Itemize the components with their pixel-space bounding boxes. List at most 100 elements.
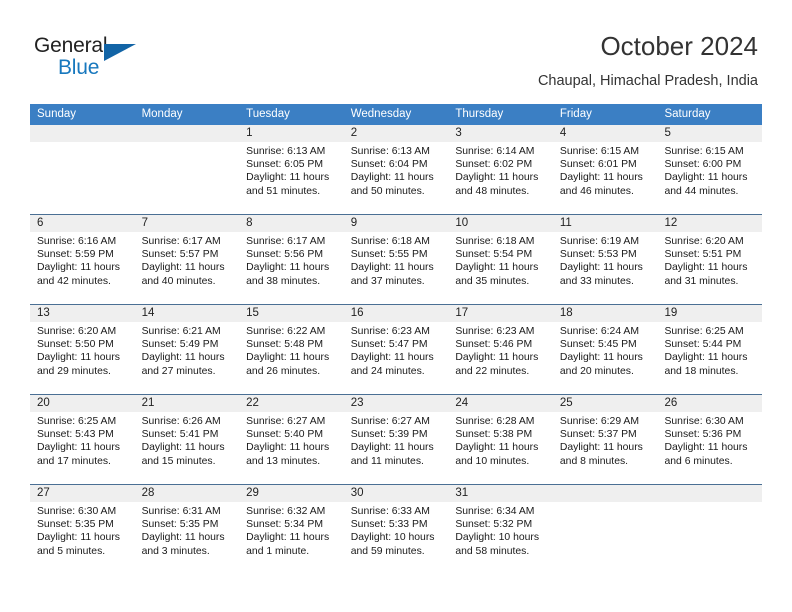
day-number [134, 125, 240, 142]
sunset-text: Sunset: 5:32 PM [455, 519, 533, 531]
calendar-day-cell[interactable]: 29 Sunrise: 6:32 AM Sunset: 5:34 PM Dayligh… [239, 485, 344, 575]
sunrise-text: Sunrise: 6:23 AM [350, 326, 430, 337]
calendar-day-cell[interactable]: 2 Sunrise: 6:13 AM Sunset: 6:04 PM Daylight… [343, 125, 449, 214]
day-sun-info: Sunrise: 6:30 AM Sunset: 5:35 PM Daylight:… [30, 502, 135, 558]
day-number: 25 [552, 395, 658, 412]
calendar-day-cell[interactable]: 19 Sunrise: 6:25 AM Sunset: 5:44 PM Dayligh… [657, 305, 763, 394]
calendar-day-cell[interactable]: 18 Sunrise: 6:24 AM Sunset: 5:45 PM Dayligh… [552, 305, 658, 394]
calendar-day-cell[interactable]: 12 Sunrise: 6:20 AM Sunset: 5:51 PM Dayligh… [657, 215, 763, 304]
calendar-week-row: 20 Sunrise: 6:25 AM Sunset: 5:43 PM Dayligh… [30, 395, 763, 485]
sunset-text: Sunset: 5:57 PM [141, 249, 219, 261]
calendar-week-row: 27 Sunrise: 6:30 AM Sunset: 5:35 PM Dayligh… [30, 485, 763, 575]
day-sun-info: Sunrise: 6:22 AM Sunset: 5:48 PM Daylight:… [239, 322, 344, 378]
day-sun-info: Sunrise: 6:15 AM Sunset: 6:01 PM Daylight:… [553, 142, 658, 198]
calendar-week-row: 1 Sunrise: 6:13 AM Sunset: 6:05 PM Daylight… [30, 125, 763, 215]
calendar-day-cell[interactable]: 1 Sunrise: 6:13 AM Sunset: 6:05 PM Daylight… [239, 125, 344, 214]
daylight-text: Daylight: 10 hours and 59 minutes. [350, 532, 435, 557]
day-number: 10 [448, 215, 553, 232]
day-sun-info: Sunrise: 6:13 AM Sunset: 6:05 PM Daylight:… [239, 142, 344, 198]
day-sun-info: Sunrise: 6:23 AM Sunset: 5:46 PM Daylight:… [448, 322, 553, 378]
calendar-day-cell[interactable]: 15 Sunrise: 6:22 AM Sunset: 5:48 PM Dayligh… [239, 305, 344, 394]
day-number: 20 [30, 395, 135, 412]
calendar-day-cell[interactable]: 7 Sunrise: 6:17 AM Sunset: 5:57 PM Daylight… [134, 215, 240, 304]
calendar-day-cell[interactable]: 13 Sunrise: 6:20 AM Sunset: 5:50 PM Dayligh… [30, 305, 135, 394]
day-sun-info: Sunrise: 6:25 AM Sunset: 5:43 PM Daylight:… [30, 412, 135, 468]
sunset-text: Sunset: 6:05 PM [246, 159, 323, 171]
day-number: 3 [448, 125, 553, 142]
calendar-day-cell[interactable]: 31 Sunrise: 6:34 AM Sunset: 5:32 PM Dayligh… [448, 485, 553, 575]
sunrise-text: Sunrise: 6:26 AM [141, 416, 221, 427]
sunset-text: Sunset: 5:46 PM [455, 339, 533, 351]
day-header-saturday: Saturday [664, 108, 711, 120]
calendar-day-cell-empty [657, 485, 763, 575]
calendar-day-cell-empty [30, 125, 135, 214]
sunset-text: Sunset: 5:59 PM [37, 249, 114, 261]
calendar-day-cell[interactable]: 27 Sunrise: 6:30 AM Sunset: 5:35 PM Dayligh… [30, 485, 135, 575]
title-block: October 2024 Chaupal, Himachal Pradesh, … [538, 30, 758, 91]
day-sun-info: Sunrise: 6:33 AM Sunset: 5:33 PM Daylight:… [344, 502, 449, 558]
calendar-day-cell[interactable]: 16 Sunrise: 6:23 AM Sunset: 5:47 PM Dayligh… [343, 305, 449, 394]
sunset-text: Sunset: 5:45 PM [559, 339, 637, 351]
daylight-text: Daylight: 11 hours and 31 minutes. [664, 262, 748, 287]
daylight-text: Daylight: 11 hours and 5 minutes. [37, 532, 120, 557]
sunset-text: Sunset: 5:33 PM [350, 519, 428, 531]
day-number: 7 [134, 215, 240, 232]
sunrise-text: Sunrise: 6:27 AM [246, 416, 326, 427]
calendar-day-cell[interactable]: 8 Sunrise: 6:17 AM Sunset: 5:56 PM Daylight… [239, 215, 344, 304]
calendar-week-row: 6 Sunrise: 6:16 AM Sunset: 5:59 PM Daylight… [30, 215, 763, 305]
calendar-day-cell[interactable]: 4 Sunrise: 6:15 AM Sunset: 6:01 PM Daylight… [552, 125, 658, 214]
calendar-day-cell[interactable]: 17 Sunrise: 6:23 AM Sunset: 5:46 PM Dayligh… [448, 305, 553, 394]
brand-name-blue: Blue [58, 56, 100, 79]
sunset-text: Sunset: 5:55 PM [350, 249, 428, 261]
day-header-monday: Monday [141, 108, 183, 120]
daylight-text: Daylight: 10 hours and 58 minutes. [455, 532, 540, 557]
day-sun-info: Sunrise: 6:18 AM Sunset: 5:55 PM Daylight:… [344, 232, 449, 288]
sunrise-text: Sunrise: 6:25 AM [664, 326, 744, 337]
daylight-text: Daylight: 11 hours and 8 minutes. [559, 442, 643, 467]
daylight-text: Daylight: 11 hours and 1 minute. [246, 532, 330, 557]
day-number: 23 [343, 395, 449, 412]
daylight-text: Daylight: 11 hours and 15 minutes. [141, 442, 225, 467]
calendar-day-cell[interactable]: 28 Sunrise: 6:31 AM Sunset: 5:35 PM Dayligh… [134, 485, 240, 575]
day-number: 21 [134, 395, 240, 412]
daylight-text: Daylight: 11 hours and 29 minutes. [37, 352, 120, 377]
sunrise-text: Sunrise: 6:27 AM [350, 416, 430, 427]
daylight-text: Daylight: 11 hours and 46 minutes. [559, 172, 643, 197]
calendar-day-cell[interactable]: 3 Sunrise: 6:14 AM Sunset: 6:02 PM Daylight… [448, 125, 553, 214]
calendar-day-cell[interactable]: 26 Sunrise: 6:30 AM Sunset: 5:36 PM Dayligh… [657, 395, 763, 484]
sunrise-text: Sunrise: 6:29 AM [559, 416, 640, 427]
calendar-page: General Blue October 2024 Chaupal, Himac… [0, 0, 792, 612]
calendar-day-cell[interactable]: 9 Sunrise: 6:18 AM Sunset: 5:55 PM Daylight… [343, 215, 449, 304]
day-number: 16 [343, 305, 449, 322]
calendar-day-cell[interactable]: 10 Sunrise: 6:18 AM Sunset: 5:54 PM Dayligh… [448, 215, 553, 304]
day-number [657, 485, 763, 502]
day-number: 18 [552, 305, 658, 322]
calendar-day-cell[interactable]: 20 Sunrise: 6:25 AM Sunset: 5:43 PM Dayligh… [30, 395, 135, 484]
page-header: General Blue October 2024 Chaupal, Himac… [0, 0, 792, 104]
calendar-day-cell[interactable]: 23 Sunrise: 6:27 AM Sunset: 5:39 PM Dayligh… [343, 395, 449, 484]
daylight-text: Daylight: 11 hours and 42 minutes. [37, 262, 120, 287]
sunrise-text: Sunrise: 6:13 AM [246, 146, 326, 157]
day-number: 2 [343, 125, 449, 142]
day-number: 12 [657, 215, 763, 232]
sunset-text: Sunset: 5:44 PM [664, 339, 742, 351]
sunrise-text: Sunrise: 6:16 AM [37, 236, 117, 247]
calendar-day-cell[interactable]: 25 Sunrise: 6:29 AM Sunset: 5:37 PM Dayligh… [552, 395, 658, 484]
calendar-day-cell[interactable]: 14 Sunrise: 6:21 AM Sunset: 5:49 PM Dayligh… [134, 305, 240, 394]
daylight-text: Daylight: 11 hours and 3 minutes. [141, 532, 225, 557]
calendar-day-cell[interactable]: 22 Sunrise: 6:27 AM Sunset: 5:40 PM Dayligh… [239, 395, 344, 484]
sunrise-text: Sunrise: 6:20 AM [664, 236, 744, 247]
calendar-day-cell[interactable]: 5 Sunrise: 6:15 AM Sunset: 6:00 PM Daylight… [657, 125, 763, 214]
calendar-day-cell[interactable]: 24 Sunrise: 6:28 AM Sunset: 5:38 PM Dayligh… [448, 395, 553, 484]
day-number: 29 [239, 485, 344, 502]
day-sun-info: Sunrise: 6:17 AM Sunset: 5:56 PM Daylight:… [239, 232, 344, 288]
daylight-text: Daylight: 11 hours and 20 minutes. [559, 352, 643, 377]
calendar-day-cell[interactable]: 11 Sunrise: 6:19 AM Sunset: 5:53 PM Dayligh… [552, 215, 658, 304]
day-number: 28 [134, 485, 240, 502]
brand-logo[interactable]: General Blue [34, 34, 154, 84]
day-sun-info: Sunrise: 6:13 AM Sunset: 6:04 PM Daylight:… [344, 142, 449, 198]
calendar-day-cell[interactable]: 6 Sunrise: 6:16 AM Sunset: 5:59 PM Daylight… [30, 215, 135, 304]
calendar-day-cell[interactable]: 21 Sunrise: 6:26 AM Sunset: 5:41 PM Dayligh… [134, 395, 240, 484]
calendar-day-cell[interactable]: 30 Sunrise: 6:33 AM Sunset: 5:33 PM Dayligh… [343, 485, 449, 575]
sunrise-text: Sunrise: 6:14 AM [455, 146, 535, 157]
